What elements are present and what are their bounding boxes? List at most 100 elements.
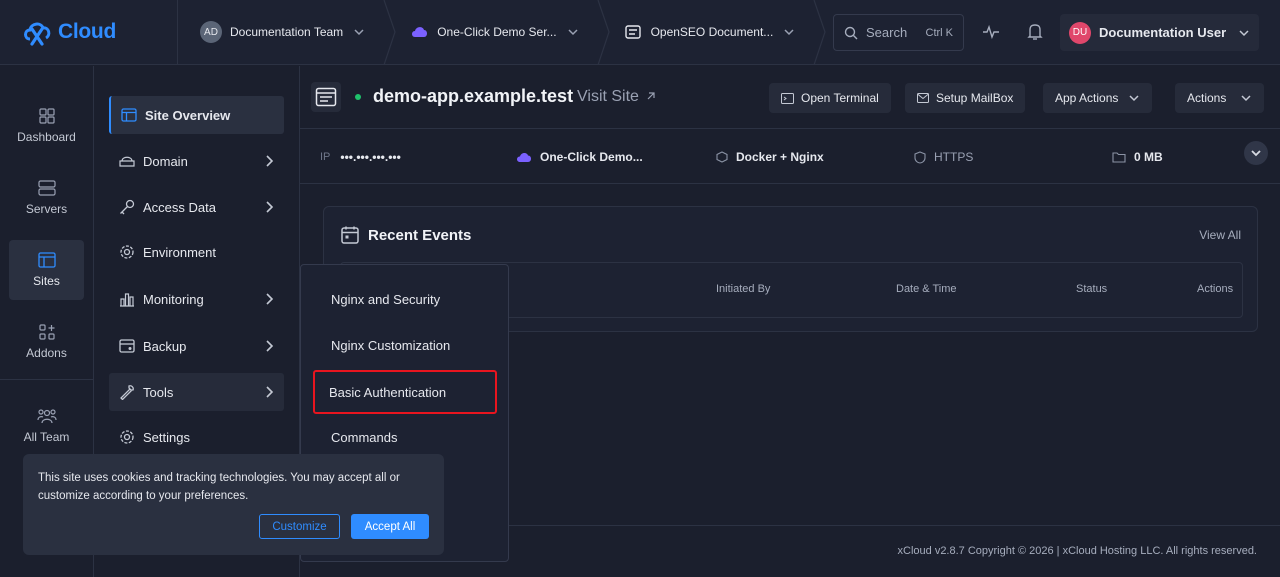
search-shortcut: Ctrl K — [925, 26, 954, 39]
breadcrumb-site[interactable]: OpenSEO Document... — [611, 0, 814, 65]
breadcrumb-team[interactable]: AD Documentation Team — [178, 0, 383, 65]
sites-icon — [37, 252, 56, 268]
chevron-down-icon — [1129, 95, 1139, 102]
collapse-info-button[interactable] — [1244, 141, 1268, 165]
search-button[interactable]: Search Ctrl K — [833, 14, 964, 51]
column-header-date-time: Date & Time — [896, 283, 957, 295]
sidebar-item-domain[interactable]: Domain — [109, 142, 284, 180]
sidebar-item-tools[interactable]: Tools — [109, 373, 284, 411]
footer-copyright: xCloud v2.8.7 Copyright © 2026 | xCloud … — [897, 545, 1257, 557]
servers-icon — [37, 180, 56, 196]
setup-mailbox-button[interactable]: Setup MailBox — [905, 83, 1026, 113]
sidebar-item-site-overview[interactable]: Site Overview — [109, 96, 284, 134]
sidebar-item-label: Domain — [143, 153, 188, 169]
info-provider[interactable]: One-Click Demo... — [516, 150, 643, 164]
rail-item-label: Sites — [33, 274, 60, 288]
user-menu[interactable]: DU Documentation User — [1060, 14, 1259, 51]
activity-icon[interactable] — [982, 22, 1000, 42]
site-header: demo-app.example.test Visit Site Open Te… — [300, 66, 1280, 129]
shield-icon — [914, 150, 926, 164]
breadcrumb-server[interactable]: One-Click Demo Ser... — [397, 0, 596, 65]
sidebar-item-monitoring[interactable]: Monitoring — [109, 280, 284, 318]
chart-icon — [120, 293, 134, 307]
customize-button[interactable]: Customize — [259, 514, 340, 539]
https-value: HTTPS — [934, 150, 974, 164]
chevron-right-icon — [266, 293, 274, 305]
breadcrumb-separator — [596, 0, 610, 65]
cookie-banner: This site uses cookies and tracking tech… — [23, 454, 444, 555]
info-storage: 0 MB — [1112, 150, 1163, 164]
brand-logo[interactable]: Cloud — [0, 0, 178, 65]
sidebar-item-settings[interactable]: Settings — [109, 418, 284, 456]
folder-icon — [1112, 152, 1126, 163]
actions-dropdown[interactable]: Actions — [1175, 83, 1265, 113]
app-actions-label: App Actions — [1055, 91, 1119, 105]
mail-icon — [917, 93, 929, 103]
gear-icon — [120, 245, 134, 259]
site-icon-box — [311, 82, 341, 112]
xcloud-logo-icon — [24, 22, 51, 46]
site-overview-icon — [121, 108, 137, 122]
submenu-item-nginx-security[interactable]: Nginx and Security — [315, 280, 495, 318]
rail-item-label: Servers — [25, 202, 68, 216]
sidebar-item-label: Tools — [143, 384, 174, 400]
rail-item-label: Dashboard — [17, 130, 76, 144]
bell-icon[interactable] — [1027, 22, 1043, 42]
chevron-right-icon — [266, 340, 274, 352]
submenu-item-basic-authentication[interactable]: Basic Authentication — [313, 370, 497, 414]
sidebar-item-backup[interactable]: Backup — [109, 327, 284, 365]
search-icon — [844, 26, 858, 39]
wrench-icon — [120, 385, 134, 400]
submenu-item-commands[interactable]: Commands — [315, 418, 495, 456]
chevron-down-icon — [568, 29, 578, 36]
app-actions-dropdown[interactable]: App Actions — [1043, 83, 1153, 113]
actions-label: Actions — [1187, 91, 1227, 105]
breadcrumb-site-label: OpenSEO Document... — [650, 25, 774, 39]
sidebar-item-environment[interactable]: Environment — [109, 233, 284, 271]
brand-name: Cloud — [58, 20, 116, 43]
chevron-down-icon — [1241, 95, 1251, 102]
setup-mailbox-label: Setup MailBox — [936, 91, 1014, 105]
chevron-down-icon — [1239, 29, 1249, 36]
rail-item-dashboard[interactable]: Dashboard — [9, 96, 84, 156]
chevron-down-icon — [354, 29, 364, 36]
cloud-icon — [412, 27, 428, 37]
chevron-down-icon — [1251, 150, 1261, 157]
sidebar-item-label: Access Data — [143, 199, 216, 215]
server-list-icon — [624, 25, 641, 39]
view-all-link[interactable]: View All — [1199, 228, 1241, 242]
user-name: Documentation User — [1099, 25, 1227, 40]
sidebar-item-label: Environment — [143, 244, 216, 260]
rail-item-all-team[interactable]: All Team — [9, 396, 84, 456]
dashboard-icon — [38, 108, 55, 124]
rail-item-addons[interactable]: Addons — [9, 312, 84, 372]
visit-site-label: Visit Site — [577, 88, 639, 105]
open-terminal-button[interactable]: Open Terminal — [769, 83, 891, 113]
info-https: HTTPS — [914, 150, 973, 164]
backup-icon — [119, 339, 135, 353]
submenu-item-nginx-customization[interactable]: Nginx Customization — [315, 326, 495, 364]
breadcrumb-separator — [383, 0, 396, 65]
calendar-icon — [341, 226, 359, 244]
provider-value: One-Click Demo... — [540, 150, 643, 164]
info-stack: Docker + Nginx — [716, 150, 824, 164]
team-avatar: AD — [200, 21, 222, 43]
info-ip: IP •••.•••.•••.••• — [320, 150, 401, 164]
visit-site-link[interactable]: Visit Site — [577, 88, 656, 106]
storage-value: 0 MB — [1134, 150, 1163, 164]
site-status-dot — [355, 94, 361, 100]
column-header-status: Status — [1076, 283, 1108, 295]
accept-all-button[interactable]: Accept All — [351, 514, 429, 539]
chevron-down-icon — [784, 29, 794, 36]
breadcrumb-separator — [813, 0, 826, 65]
open-terminal-label: Open Terminal — [801, 91, 879, 105]
rail-item-sites[interactable]: Sites — [9, 240, 84, 300]
top-bar: Cloud AD Documentation Team One-Click De… — [0, 0, 1280, 65]
sidebar-item-label: Backup — [143, 338, 187, 354]
rail-item-label: Addons — [26, 346, 67, 360]
search-label: Search — [866, 25, 908, 40]
sidebar-item-access-data[interactable]: Access Data — [109, 188, 284, 226]
sidebar-item-label: Monitoring — [143, 291, 204, 307]
rail-item-servers[interactable]: Servers — [9, 168, 84, 228]
team-icon — [36, 409, 57, 424]
